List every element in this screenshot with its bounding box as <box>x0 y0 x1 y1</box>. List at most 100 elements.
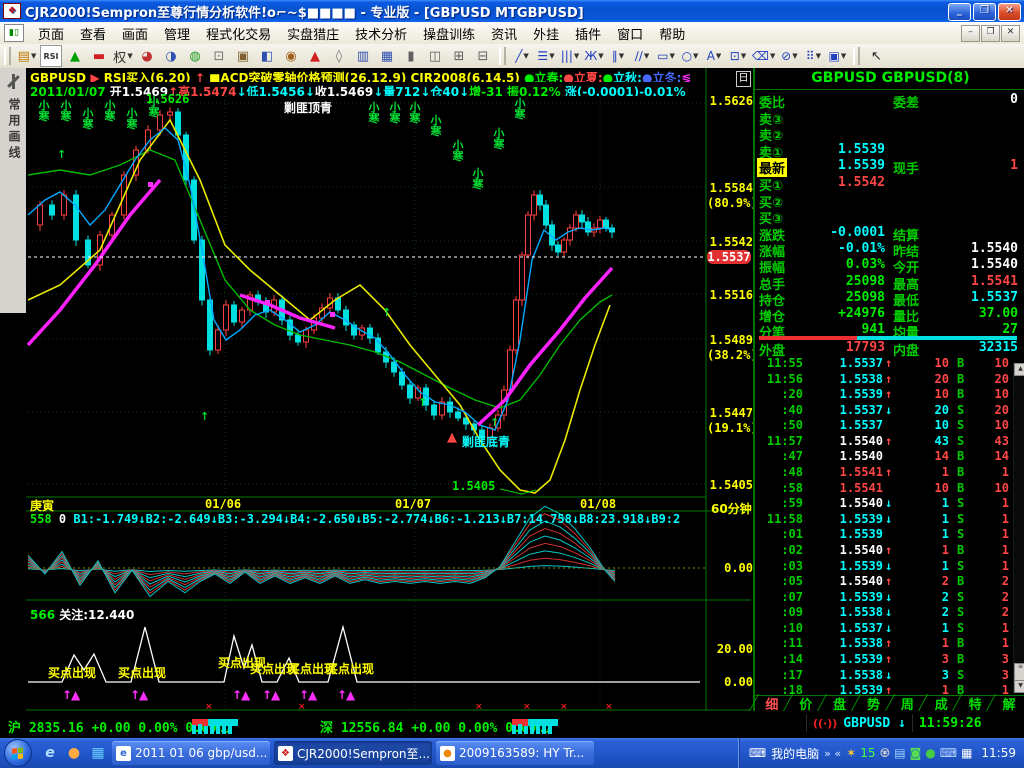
quote-symbol-header: GBPUSD GBPUSD(8) <box>755 70 1024 90</box>
eraser-icon[interactable]: ⌫ ▼ <box>751 45 776 67</box>
user-icon: ◉ <box>285 48 297 64</box>
tick-row: :40 1.5537 ↓ 20 S 20 <box>781 402 1009 417</box>
sell-signal-icon[interactable]: ▬ <box>88 45 110 67</box>
chart-window-icon[interactable]: ◫ <box>424 45 446 67</box>
dropdown-caret-icon: ▼ <box>815 52 821 60</box>
buy-arrow-icon: ↑ <box>200 410 210 423</box>
draw-channel-icon[interactable]: ∥ ▼ <box>607 45 629 67</box>
keyboard-tray-icon[interactable]: ⌨ <box>749 747 766 759</box>
taskbar-window-1[interactable]: ❖ CJR2000!Sempron至... <box>274 741 432 765</box>
scroll-thumb[interactable]: ≡ <box>1014 663 1024 681</box>
quote-row-value: 1.5539 <box>838 141 885 157</box>
mdi-close-button[interactable]: ✕ <box>1001 25 1020 42</box>
tray-icon-3[interactable]: ▤ <box>894 747 905 759</box>
menu-item-2[interactable]: 画面 <box>114 22 156 45</box>
close-button[interactable]: ✕ <box>998 3 1021 21</box>
draw-text-icon[interactable]: A ▼ <box>703 45 725 67</box>
taskbar-window-0[interactable]: e 2011 01 06 gbp/usd... <box>112 741 270 765</box>
draw-vline-icon[interactable]: ||| ▼ <box>559 45 581 67</box>
panel-icon[interactable]: ▥ <box>352 45 374 67</box>
buy-arrow-pair-icon: ↑▲ <box>337 688 355 702</box>
tray-icon-6[interactable]: ⌨ <box>940 747 957 759</box>
menu-item-1[interactable]: 查看 <box>72 22 114 45</box>
tray-icon-1[interactable]: 15 <box>860 747 875 759</box>
text-segment: 增-31 <box>469 85 507 96</box>
palette-icon[interactable]: ⠿ ▼ <box>802 45 824 67</box>
menu-item-5[interactable]: 实盘猎庄 <box>279 22 347 45</box>
quote-blue-icon[interactable]: ◑ <box>160 45 182 67</box>
alert-icon[interactable]: ▲ <box>304 45 326 67</box>
minus-window-icon[interactable]: ⊟ <box>472 45 494 67</box>
tray-icon-4[interactable]: ◙ <box>910 747 922 759</box>
taskbar-window-2[interactable]: ● 2009163589: HY Tr... <box>436 741 594 765</box>
lock-icon[interactable]: ⊘ ▼ <box>778 45 800 67</box>
pointer-tool-icon[interactable]: ↖ <box>865 45 887 67</box>
menu-item-12[interactable]: 帮助 <box>651 22 693 45</box>
chart-app-icon[interactable]: ▦ <box>88 743 108 763</box>
save-icon[interactable]: ▣ ▼ <box>826 45 848 67</box>
copy-icon[interactable]: ⊡ ▼ <box>727 45 749 67</box>
draw-fan-icon[interactable]: Ж ▼ <box>583 45 605 67</box>
price-axis-label: 1.5537 <box>707 250 751 264</box>
menu-item-10[interactable]: 插件 <box>567 22 609 45</box>
status-bar: 沪 2835.16 +0.00 0.00% 0.00亿 深 12556.84 +… <box>0 711 1024 738</box>
draw-hline-icon[interactable]: ☰ ▼ <box>535 45 557 67</box>
kline-icon[interactable]: ▮ <box>400 45 422 67</box>
minimize-button[interactable]: _ <box>948 3 971 21</box>
menu-item-7[interactable]: 操盘训练 <box>415 22 483 45</box>
menu-item-8[interactable]: 资讯 <box>483 22 525 45</box>
down-arrow-icon: ↓ <box>885 496 893 511</box>
start-button[interactable] <box>4 739 32 767</box>
maximize-button[interactable]: ❐ <box>973 3 996 21</box>
tick-scrollbar[interactable]: ▲ ≡ ▼ <box>1013 363 1024 693</box>
draw-rect-icon[interactable]: ▭ ▼ <box>655 45 677 67</box>
tools-icon[interactable] <box>5 74 20 89</box>
quote-panel: GBPUSD GBPUSD(8) 委比 委差 0 卖③ 卖② 卖① 1.5539 最新 1.55… <box>753 68 1024 713</box>
mdi-restore-button[interactable]: ❐ <box>981 25 1000 42</box>
menu-item-4[interactable]: 程式化交易 <box>198 22 279 45</box>
rights-button[interactable]: 权 ▼ <box>112 45 134 67</box>
quote-red-icon[interactable]: ◕ <box>136 45 158 67</box>
tile-icon[interactable]: ▦ <box>376 45 398 67</box>
my-computer-label[interactable]: 我的电脑 <box>771 745 819 762</box>
ie-icon[interactable]: e <box>40 743 60 763</box>
sweep-icon[interactable]: ◊ <box>328 45 350 67</box>
rsi-button[interactable]: RSI <box>40 45 62 67</box>
menu-item-3[interactable]: 管理 <box>156 22 198 45</box>
messenger-icon[interactable]: ● <box>64 743 84 763</box>
top-annotation: 剿匪顶青 <box>284 101 333 115</box>
tray-expand-arrows[interactable]: » « <box>824 747 841 760</box>
menu-item-9[interactable]: 外挂 <box>525 22 567 45</box>
menu-item-11[interactable]: 窗口 <box>609 22 651 45</box>
tick-row: :17 1.5538 ↓ 3 S 3 <box>781 667 1009 682</box>
draw-line-icon[interactable]: ╱ ▼ <box>511 45 533 67</box>
scroll-up-button[interactable]: ▲ <box>1014 363 1024 376</box>
text-segment: ▶ <box>86 71 104 82</box>
user-icon[interactable]: ◉ <box>280 45 302 67</box>
menu-item-0[interactable]: 页面 <box>30 22 72 45</box>
text-segment: 立冬: <box>652 71 682 82</box>
tray-icon-2[interactable]: ♼ <box>879 747 890 759</box>
grid-window-icon[interactable]: ⊞ <box>448 45 470 67</box>
tray-icon-5[interactable]: ● <box>925 747 935 759</box>
quote-row-value2: 1.5537 <box>971 289 1018 305</box>
buy-signal-icon[interactable]: ▲ <box>64 45 86 67</box>
refresh-icon[interactable]: ◍ <box>184 45 206 67</box>
buy-signal-icon: ▲ <box>70 48 80 64</box>
page-open-icon[interactable]: ▤ ▼ <box>16 45 38 67</box>
clipboard-icon[interactable]: ⊡ <box>208 45 230 67</box>
book-icon[interactable]: ▣ <box>232 45 254 67</box>
tray-icon-7[interactable]: ▦ <box>961 747 972 759</box>
mdi-minimize-button[interactable]: – <box>961 25 980 42</box>
monitor-icon[interactable]: ◧ <box>256 45 278 67</box>
draw-circle-icon[interactable]: ○ ▼ <box>679 45 701 67</box>
draw-hatch-icon[interactable]: ∕∕ ▼ <box>631 45 653 67</box>
sweep-icon: ◊ <box>335 48 343 64</box>
menu-item-6[interactable]: 技术分析 <box>347 22 415 45</box>
scroll-down-button[interactable]: ▼ <box>1014 680 1024 693</box>
mdi-child-icon[interactable]: ▮▯ <box>4 24 24 42</box>
taskbar: e ● ▦ e 2011 01 06 gbp/usd... ❖ CJR2000!Sempr… <box>0 738 1024 768</box>
period-day-button[interactable]: 日 <box>736 71 751 87</box>
tray-icon-0[interactable]: ✶ <box>846 747 856 759</box>
text-segment: ↓ <box>304 85 315 96</box>
